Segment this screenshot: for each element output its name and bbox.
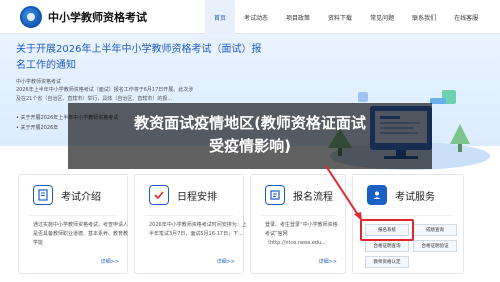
user-badge-icon: [367, 185, 387, 205]
more-link[interactable]: 详细>>: [217, 258, 235, 265]
news-link-text: 关于开展2026年: [20, 125, 59, 131]
main-nav: 首页 考试动态 项目政策 资料下载 常见问题 联系我们 在线客服: [205, 0, 487, 34]
nav-item-support[interactable]: 在线客服: [445, 0, 487, 34]
caption-line-2: 受疫情影响): [209, 137, 291, 155]
nav-item-contact[interactable]: 联系我们: [403, 0, 445, 34]
breadcrumb: 中小学教师资格考试: [16, 79, 62, 85]
certificate-query-button[interactable]: 合格证明查询: [365, 240, 409, 252]
card-body: 2026年中小学教师资格考试时间安排为：上半年笔试3月7日，面试5月16-17日…: [149, 222, 247, 237]
card-title: 考试介绍: [61, 191, 101, 203]
caption-line-1: 教资面试疫情地区(教师资格证面试: [134, 114, 366, 132]
banner-title[interactable]: 关于开展2026年上半年中小学教师资格考试（面试）报名工作的通知: [16, 42, 266, 74]
card-exam-intro[interactable]: 考试介绍 通过实施中小学教师资格考试，考查申请人是否具备教师职业道德、基本素养、…: [18, 174, 128, 274]
card-body: 登录、考生登录“中小学教师资格考试”官网（http://ntce.neea.ed…: [265, 222, 338, 246]
card-body: 通过实施中小学教师资格考试，考查申请人是否具备教师职业道德、基本素养、教育教学能: [33, 222, 129, 246]
more-link[interactable]: 详细>>: [101, 258, 119, 265]
news-link[interactable]: • 关于开展2026年: [16, 124, 58, 131]
header-bar: 中小学教师资格考试 首页 考试动态 项目政策 资料下载 常见问题 联系我们 在线…: [0, 0, 500, 34]
score-query-button[interactable]: 成绩查询: [413, 224, 457, 236]
card-title: 考试服务: [395, 191, 435, 203]
certificate-verify-button[interactable]: 合格证明验证: [413, 240, 457, 252]
highlight-box: [360, 219, 414, 241]
nav-item-home[interactable]: 首页: [205, 0, 236, 34]
card-schedule[interactable]: 日程安排 2026年中小学教师资格考试时间安排为：上半年笔试3月7日，面试5月1…: [134, 174, 247, 274]
more-link[interactable]: 详细>>: [319, 258, 337, 265]
card-title: 日程安排: [177, 191, 217, 203]
caption-text: 教资面试疫情地区(教师资格证面试 受疫情影响): [68, 112, 432, 158]
card-title: 报名流程: [293, 191, 333, 203]
nav-item-faq[interactable]: 常见问题: [361, 0, 403, 34]
nav-item-news[interactable]: 考试动态: [235, 0, 277, 34]
card-registration-process[interactable]: 报名流程 登录、考生登录“中小学教师资格考试”官网（http://ntce.ne…: [250, 174, 346, 274]
qualification-recognition-button[interactable]: 教师资格认定: [365, 256, 409, 268]
nav-item-downloads[interactable]: 资料下载: [319, 0, 361, 34]
document-icon: [33, 185, 53, 205]
site-title[interactable]: 中小学教师资格考试: [48, 9, 147, 25]
check-icon: [149, 185, 169, 205]
banner-blurb: 2026年上半年中小学教师资格考试（面试）报名工作将于6月17日开展。此次涉及在…: [16, 87, 194, 102]
nav-item-policy[interactable]: 项目政策: [277, 0, 319, 34]
caption-overlay: 教资面试疫情地区(教师资格证面试 受疫情影响): [68, 103, 432, 169]
edit-icon: [265, 185, 285, 205]
site-logo[interactable]: [20, 6, 42, 28]
